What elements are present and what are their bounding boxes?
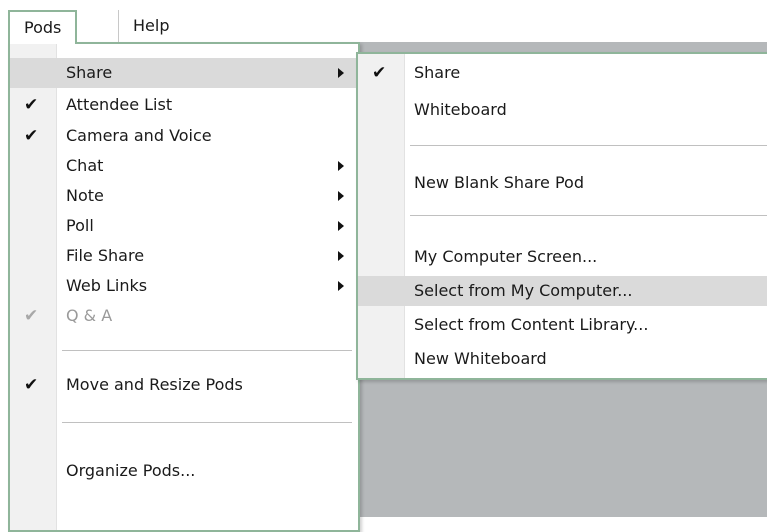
menu-separator [410,145,767,147]
checkmark-icon: ✔ [24,375,39,395]
share-submenu-item-my-computer-screen[interactable]: My Computer Screen... [358,242,767,272]
checkmark-icon: ✔ [372,63,387,83]
menu-separator [62,422,352,424]
share-submenu-item-whiteboard[interactable]: Whiteboard [358,95,767,125]
menu-item-label: Share [414,63,461,82]
menu-item-label: Camera and Voice [66,126,212,145]
share-submenu-item-new-whiteboard[interactable]: New Whiteboard [358,344,767,374]
menu-item-label: Web Links [66,276,148,295]
menu-separator [410,215,767,217]
menu-item-label: Select from Content Library... [414,315,649,334]
menu-item-label: File Share [66,246,145,265]
submenu-arrow-icon [338,281,344,291]
checkmark-icon: ✔ [24,306,39,326]
menubar-pods[interactable]: Pods [8,10,78,44]
menubar-pods-label: Pods [24,18,62,37]
submenu-arrow-icon [338,221,344,231]
menu-separator [62,350,352,352]
pods-menu-item-file-share[interactable]: File Share [10,241,358,271]
pods-menu-item-share[interactable]: Share [10,58,358,88]
pods-menu-item-attendee-list[interactable]: ✔ Attendee List [10,90,358,120]
menu-item-label: Share [66,63,113,82]
pods-menu-item-q-and-a: ✔ Q & A [10,301,358,331]
menu-item-label: Move and Resize Pods [66,375,243,394]
checkmark-icon: ✔ [24,126,39,146]
pods-menu-item-camera-and-voice[interactable]: ✔ Camera and Voice [10,121,358,151]
menubar: Pods Help [0,0,767,44]
menu-item-label: Whiteboard [414,100,507,119]
submenu-arrow-icon [338,251,344,261]
checkmark-icon: ✔ [24,95,39,115]
pods-menu-item-poll[interactable]: Poll [10,211,358,241]
submenu-arrow-icon [338,161,344,171]
pods-menu-item-move-and-resize-pods[interactable]: ✔ Move and Resize Pods [10,370,358,400]
share-submenu-item-select-from-my-computer[interactable]: Select from My Computer... [358,276,767,306]
share-submenu: ✔ Share Whiteboard New Blank Share Pod M… [356,52,767,380]
submenu-arrow-icon [338,68,344,78]
share-submenu-item-new-blank-share-pod[interactable]: New Blank Share Pod [358,168,767,198]
pods-menu-item-chat[interactable]: Chat [10,151,358,181]
menubar-help[interactable]: Help [118,10,183,44]
submenu-arrow-icon [338,191,344,201]
pods-menu-item-note[interactable]: Note [10,181,358,211]
menu-item-label: Organize Pods... [66,461,196,480]
menu-item-label: Attendee List [66,95,173,114]
menubar-help-label: Help [133,16,170,35]
menu-item-label: New Whiteboard [414,349,547,368]
pods-menu-item-organize-pods[interactable]: Organize Pods... [10,456,358,486]
menu-item-label: Q & A [66,306,113,325]
menu-item-label: My Computer Screen... [414,247,598,266]
menu-item-label: Note [66,186,104,205]
pods-menu-item-web-links[interactable]: Web Links [10,271,358,301]
share-submenu-item-select-from-content-library[interactable]: Select from Content Library... [358,310,767,340]
menu-item-label: New Blank Share Pod [414,173,584,192]
menu-item-label: Select from My Computer... [414,281,633,300]
share-submenu-item-share[interactable]: ✔ Share [358,58,767,88]
pods-menu: Share ✔ Attendee List ✔ Camera and Voice… [8,42,360,532]
menu-item-label: Poll [66,216,94,235]
menu-item-label: Chat [66,156,104,175]
